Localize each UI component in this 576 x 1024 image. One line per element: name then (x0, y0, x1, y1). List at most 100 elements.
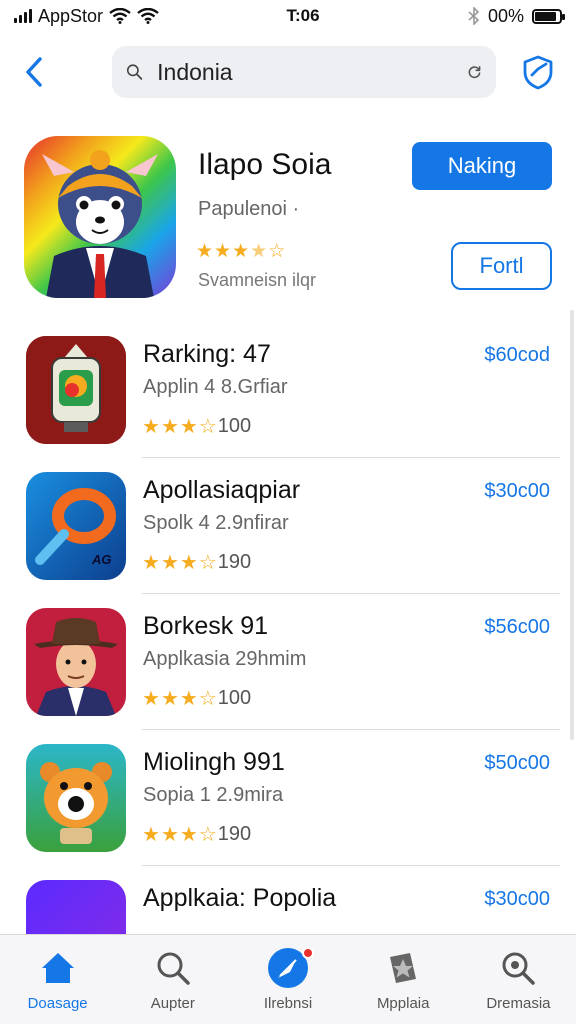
chevron-left-icon (26, 57, 42, 87)
battery-percent: 00% (487, 5, 524, 26)
refresh-icon[interactable] (467, 59, 482, 85)
tab-discover[interactable]: Ilrebnsi (230, 935, 345, 1024)
rating-count: 100 (217, 415, 252, 437)
wifi-icon (109, 8, 131, 24)
app-rating: ★ ★ ★ ☆ 100 (142, 414, 251, 439)
star-rating: ★ ★ ★ ☆ (142, 822, 217, 847)
tab-bar: Doasage Aupter Ilrebnsi Mpplaia Dremasia (0, 934, 576, 1024)
notification-badge (302, 947, 314, 959)
app-price[interactable]: $30c00 (484, 480, 550, 503)
featured-title: Ilapo Soia (198, 148, 332, 181)
star-full-icon: ★ (196, 241, 214, 262)
star-empty-icon: ☆ (198, 552, 217, 574)
featured-app-icon[interactable] (24, 136, 176, 298)
list-item[interactable]: Rarking: 47 Applin 4 8.Grfiar ★ ★ ★ ☆ 100 $6… (0, 322, 576, 458)
star-full-icon: ★ (160, 416, 179, 438)
fox-mascot-icon (42, 150, 158, 298)
wifi-icon (137, 8, 159, 24)
battery-icon (532, 8, 565, 24)
app-subtitle: Spolk 4 2.9nfirar (143, 512, 289, 534)
star-full-icon: ★ (179, 824, 198, 846)
star-rating: ★ ★ ★ ☆ (142, 550, 217, 575)
search-icon (126, 64, 143, 80)
status-right: 00% (432, 5, 565, 27)
list-item[interactable]: Borkesk 91 Applkasia 29hmim ★ ★ ★ ☆ 100 $56c… (0, 594, 576, 730)
app-title: Miolingh 991 (143, 748, 285, 776)
star-full-icon: ★ (214, 241, 232, 262)
tab-apps[interactable]: Mpplaia (346, 935, 461, 1024)
app-rating: ★ ★ ★ ☆ 190 (142, 550, 251, 575)
star-half-icon: ★ (250, 241, 268, 262)
shield-check-icon (523, 55, 553, 90)
list-item[interactable]: Miolingh 991 Sopia 1 2.9mira ★ ★ ★ ☆ 190 $50… (0, 730, 576, 866)
app-price[interactable]: $30c00 (484, 888, 550, 911)
rating-count: 190 (217, 823, 252, 845)
featured-app[interactable]: Ilapo Soia Papulenoi · ★ ★ ★ ★ ☆ Svamneisn i… (0, 134, 576, 314)
detective-icon (26, 608, 126, 716)
star-full-icon: ★ (179, 552, 198, 574)
app-rating: ★ ★ ★ ☆ 190 (142, 822, 251, 847)
status-time: T:06 (286, 6, 320, 25)
lasso-icon: AG (26, 472, 126, 580)
star-full-icon: ★ (160, 552, 179, 574)
app-subtitle: Applkasia 29hmim (143, 648, 307, 670)
star-full-icon: ★ (142, 688, 160, 710)
tab-search[interactable]: Aupter (115, 935, 230, 1024)
tab-home[interactable]: Doasage (0, 935, 115, 1024)
search-bar[interactable] (112, 46, 496, 98)
app-price[interactable]: $60cod (484, 344, 550, 367)
star-full-icon: ★ (142, 552, 160, 574)
app-list: Rarking: 47 Applin 4 8.Grfiar ★ ★ ★ ☆ 100 $6… (0, 322, 576, 1002)
app-icon-robot[interactable] (26, 336, 126, 444)
star-full-icon: ★ (179, 688, 198, 710)
app-icon-creature[interactable] (26, 744, 126, 852)
tab-label: Mpplaia (376, 995, 430, 1012)
app-icon-detective[interactable] (26, 608, 126, 716)
list-item[interactable]: AG Apollasiaqpiar Spolk 4 2.9nfirar ★ ★ ★ ☆… (0, 458, 576, 594)
star-full-icon: ★ (142, 824, 160, 846)
star-empty-icon: ☆ (198, 416, 217, 438)
star-rating: ★ ★ ★ ☆ (142, 686, 217, 711)
search-input[interactable] (157, 58, 454, 86)
star-full-icon: ★ (142, 416, 160, 438)
star-full-icon: ★ (160, 688, 179, 710)
magnifier-icon (499, 945, 537, 991)
featured-subtitle: Papulenoi · (198, 198, 300, 220)
rating-count: 190 (217, 551, 252, 573)
star-empty-icon: ☆ (268, 241, 286, 262)
star-full-icon: ★ (160, 824, 179, 846)
app-icon-lasso[interactable]: AG (26, 472, 126, 580)
robot-icon (26, 336, 126, 444)
star-empty-icon: ☆ (198, 688, 217, 710)
star-full-icon: ★ (179, 416, 198, 438)
featured-secondary-button[interactable]: Fortl (451, 242, 552, 290)
app-title: Apollasiaqpiar (143, 476, 301, 504)
rating-count: 100 (217, 687, 252, 709)
app-price[interactable]: $56c00 (484, 616, 550, 639)
app-title: Rarking: 47 (143, 340, 271, 368)
app-price[interactable]: $50c00 (484, 752, 550, 775)
search-icon (154, 945, 192, 991)
tab-label: Doasage (27, 995, 88, 1012)
star-full-icon: ★ (232, 241, 250, 262)
app-subtitle: Applin 4 8.Grfiar (143, 376, 288, 398)
compass-icon (266, 945, 314, 991)
app-title: Borkesk 91 (143, 612, 269, 640)
star-rating: ★ ★ ★ ☆ (142, 414, 217, 439)
star-tag-icon (384, 945, 422, 991)
featured-rating: ★ ★ ★ ★ ☆ (196, 240, 285, 263)
app-title: Applkaia: Popolia (143, 884, 337, 912)
status-bar: AppStor T:06 00% (0, 0, 576, 32)
tab-explore[interactable]: Dremasia (461, 935, 576, 1024)
app-subtitle: Sopia 1 2.9mira (143, 784, 284, 806)
creature-icon (26, 744, 126, 852)
back-button[interactable] (18, 50, 50, 94)
tab-label: Ilrebnsi (263, 995, 313, 1012)
star-empty-icon: ☆ (198, 824, 217, 846)
home-icon (38, 945, 78, 991)
featured-meta: Svamneisn ilqr (198, 270, 317, 290)
carrier-label: AppStor (38, 5, 104, 26)
signal-icon (14, 9, 32, 23)
shield-button[interactable] (518, 52, 558, 92)
featured-primary-button[interactable]: Naking (412, 142, 552, 190)
